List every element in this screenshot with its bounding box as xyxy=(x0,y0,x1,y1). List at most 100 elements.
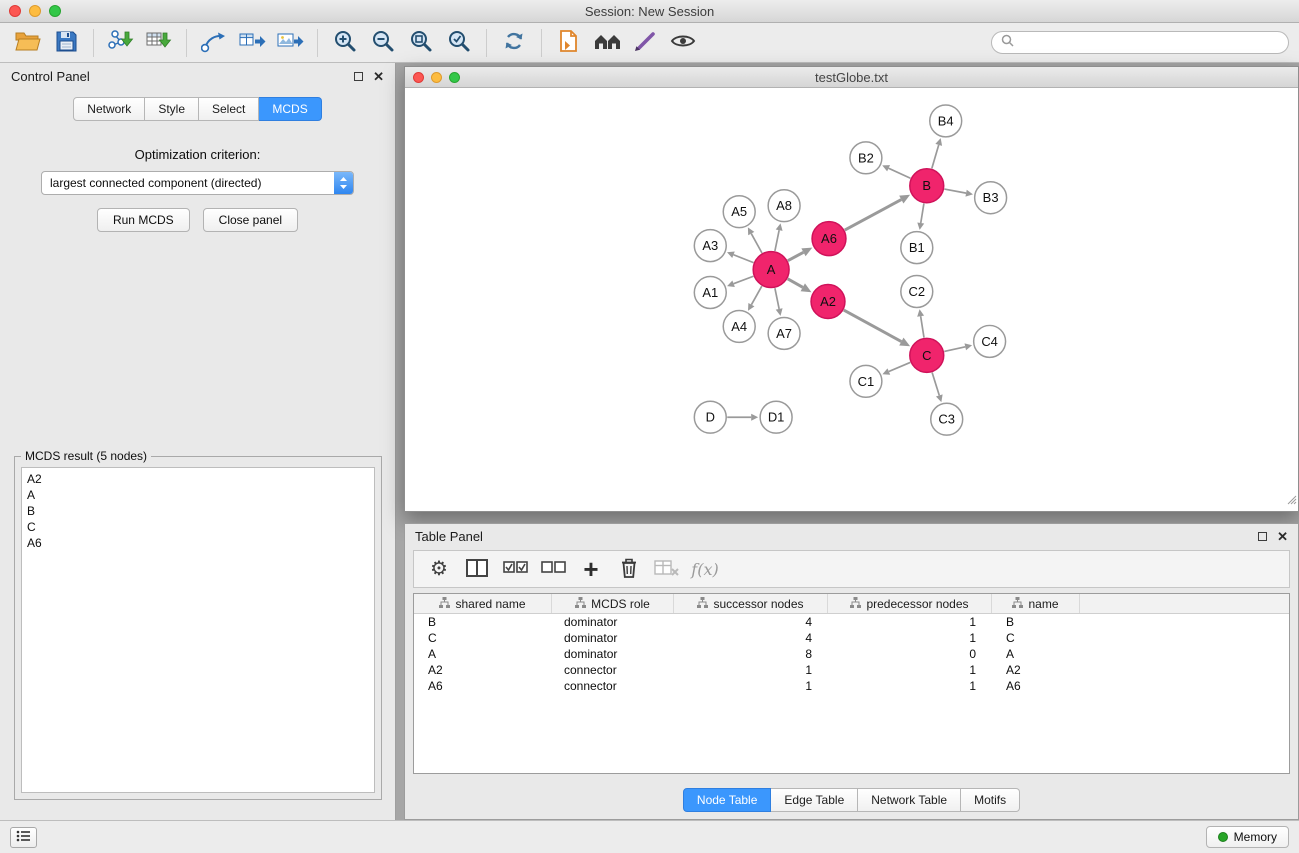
table-row[interactable]: Adominator80A xyxy=(414,646,1289,662)
result-item[interactable]: A6 xyxy=(27,535,369,551)
close-table-panel-icon[interactable]: ✕ xyxy=(1277,530,1288,543)
tab-network[interactable]: Network xyxy=(73,97,145,121)
graph-edge[interactable] xyxy=(889,362,910,371)
search-input[interactable] xyxy=(1019,36,1279,50)
graph-node-c3[interactable]: C3 xyxy=(931,403,963,435)
import-network-button[interactable] xyxy=(103,27,139,59)
delete-table-button[interactable] xyxy=(652,554,682,584)
network-from-table-button[interactable] xyxy=(234,27,270,59)
zoom-in-button[interactable] xyxy=(327,27,363,59)
tab-network-table[interactable]: Network Table xyxy=(858,788,961,812)
paste-annotation-button[interactable] xyxy=(551,27,587,59)
close-panel-button[interactable]: Close panel xyxy=(203,208,298,232)
graph-node-b[interactable]: B xyxy=(910,169,944,203)
graph-edge[interactable] xyxy=(775,288,779,309)
result-item[interactable]: A xyxy=(27,487,369,503)
delete-column-button[interactable] xyxy=(614,554,644,584)
graph-node-c2[interactable]: C2 xyxy=(901,276,933,308)
graph-edge[interactable] xyxy=(845,200,902,231)
result-item[interactable]: C xyxy=(27,519,369,535)
tab-motifs[interactable]: Motifs xyxy=(961,788,1020,812)
graph-edge[interactable] xyxy=(775,230,779,251)
tab-select[interactable]: Select xyxy=(199,97,259,121)
close-panel-icon[interactable]: ✕ xyxy=(373,70,384,83)
export-image-button[interactable] xyxy=(272,27,308,59)
graph-edge[interactable] xyxy=(932,373,939,396)
graph-edge[interactable] xyxy=(788,252,804,260)
clone-network-button[interactable] xyxy=(196,27,232,59)
table-row[interactable]: A6connector11A6 xyxy=(414,678,1289,694)
table-row[interactable]: A2connector11A2 xyxy=(414,662,1289,678)
column-header-predecessor-nodes[interactable]: predecessor nodes xyxy=(828,594,992,613)
close-window-button[interactable] xyxy=(9,5,21,17)
float-panel-button[interactable] xyxy=(354,72,363,81)
zoom-selected-button[interactable] xyxy=(441,27,477,59)
graph-node-a7[interactable]: A7 xyxy=(768,317,800,349)
graph-node-a4[interactable]: A4 xyxy=(723,310,755,342)
import-table-button[interactable] xyxy=(141,27,177,59)
graph-edge[interactable] xyxy=(734,276,754,283)
network-close-button[interactable] xyxy=(413,72,424,83)
memory-button[interactable]: Memory xyxy=(1206,826,1289,848)
tab-style[interactable]: Style xyxy=(145,97,199,121)
column-header-shared-name[interactable]: shared name xyxy=(414,594,552,613)
graph-node-a5[interactable]: A5 xyxy=(723,196,755,228)
network-minimize-button[interactable] xyxy=(431,72,442,83)
zoom-out-button[interactable] xyxy=(365,27,401,59)
resize-grip-icon[interactable] xyxy=(1285,492,1297,510)
task-history-button[interactable] xyxy=(10,827,37,848)
graph-node-a[interactable]: A xyxy=(753,252,789,288)
optimization-criterion-dropdown[interactable]: largest connected component (directed) xyxy=(41,171,354,195)
graph-edge[interactable] xyxy=(844,310,902,341)
graph-edge[interactable] xyxy=(751,286,761,305)
graph-node-d1[interactable]: D1 xyxy=(760,401,792,433)
graph-node-b3[interactable]: B3 xyxy=(975,182,1007,214)
network-canvas[interactable]: B4 B2 B B3 A5 A8 A6 B1 A3 A C2 A1 A2 A4 A7 C4 C C1 C3 D D1 xyxy=(405,88,1298,511)
table-row[interactable]: Bdominator41B xyxy=(414,614,1289,630)
graph-node-b1[interactable]: B1 xyxy=(901,232,933,264)
graph-edge[interactable] xyxy=(944,347,965,352)
zoom-fit-button[interactable] xyxy=(403,27,439,59)
table-settings-button[interactable]: ⚙ xyxy=(424,554,454,584)
graph-edge[interactable] xyxy=(921,203,924,223)
search-box[interactable] xyxy=(991,31,1289,54)
unselect-all-button[interactable] xyxy=(538,554,568,584)
network-window-titlebar[interactable]: testGlobe.txt xyxy=(405,67,1298,88)
column-header-mcds-role[interactable]: MCDS role xyxy=(552,594,674,613)
result-item[interactable]: A2 xyxy=(27,471,369,487)
graph-node-a3[interactable]: A3 xyxy=(694,230,726,262)
graph-node-a1[interactable]: A1 xyxy=(694,277,726,309)
graph-node-d[interactable]: D xyxy=(694,401,726,433)
table-row[interactable]: Cdominator41C xyxy=(414,630,1289,646)
graph-node-b4[interactable]: B4 xyxy=(930,105,962,137)
graph-node-c[interactable]: C xyxy=(910,338,944,372)
graph-edge[interactable] xyxy=(932,145,939,169)
graph-edge[interactable] xyxy=(921,316,924,337)
add-column-button[interactable]: + xyxy=(576,554,606,584)
zoom-window-button[interactable] xyxy=(49,5,61,17)
home-button[interactable] xyxy=(589,27,625,59)
graph-node-c4[interactable]: C4 xyxy=(974,325,1006,357)
graph-node-b2[interactable]: B2 xyxy=(850,142,882,174)
graph-edge[interactable] xyxy=(944,189,966,193)
mcds-result-list[interactable]: A2ABCA6 xyxy=(21,467,375,793)
tab-mcds[interactable]: MCDS xyxy=(259,97,321,121)
graph-node-a6[interactable]: A6 xyxy=(812,222,846,256)
graph-edge[interactable] xyxy=(751,234,762,253)
show-hide-details-button[interactable] xyxy=(665,27,701,59)
column-header-successor-nodes[interactable]: successor nodes xyxy=(674,594,828,613)
graph-edge[interactable] xyxy=(788,279,803,287)
graph-node-a8[interactable]: A8 xyxy=(768,190,800,222)
graph-node-a2[interactable]: A2 xyxy=(811,285,845,319)
graph-edge[interactable] xyxy=(889,168,911,178)
select-all-button[interactable] xyxy=(500,554,530,584)
show-columns-button[interactable] xyxy=(462,554,492,584)
open-session-button[interactable] xyxy=(10,27,46,59)
graph-node-c1[interactable]: C1 xyxy=(850,365,882,397)
graph-edge[interactable] xyxy=(733,255,753,263)
column-header-name[interactable]: name xyxy=(992,594,1080,613)
float-table-panel-button[interactable] xyxy=(1258,532,1267,541)
annotation-pen-button[interactable] xyxy=(627,27,663,59)
save-session-button[interactable] xyxy=(48,27,84,59)
result-item[interactable]: B xyxy=(27,503,369,519)
